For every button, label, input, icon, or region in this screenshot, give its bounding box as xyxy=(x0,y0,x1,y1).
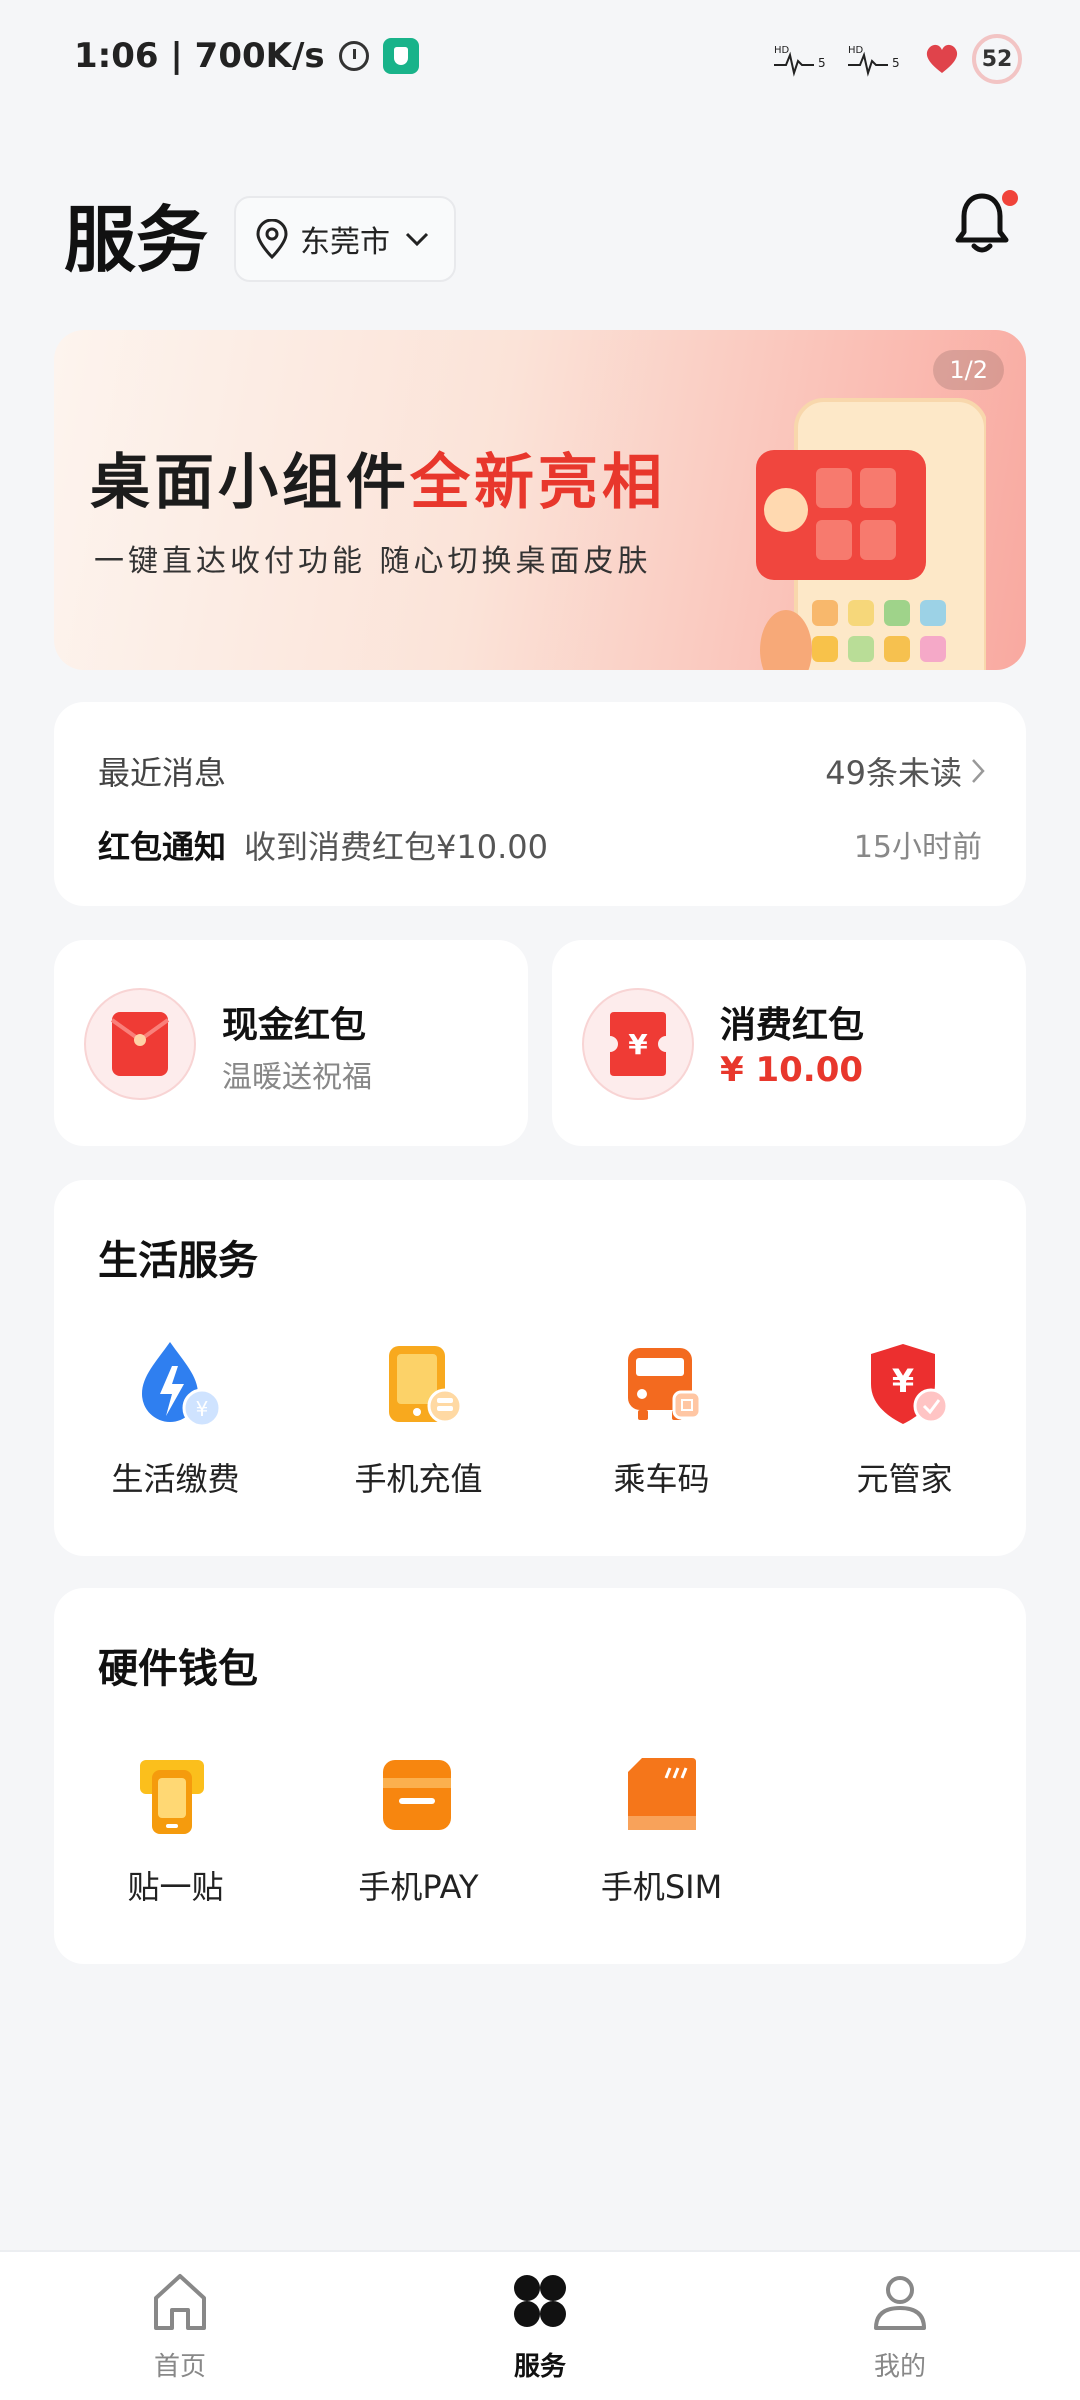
banner-title-accent: 全新亮相 xyxy=(410,448,666,518)
battery-indicator: 52 xyxy=(972,34,1022,84)
phone-widget-illustration xyxy=(756,398,986,670)
messages-title: 最近消息 xyxy=(98,754,227,792)
location-pin-icon xyxy=(256,219,288,259)
unread-count-link[interactable]: 49条未读 xyxy=(825,748,986,794)
banner-title: 桌面小组件全新亮相 xyxy=(90,434,666,521)
city-selector[interactable]: 东莞市 xyxy=(234,196,456,282)
city-label: 东莞市 xyxy=(300,225,390,260)
consume-red-packet-card[interactable]: ¥ 消费红包 ¥ 10.00 xyxy=(552,940,1026,1146)
unread-count: 49条未读 xyxy=(825,754,962,792)
nav-profile[interactable]: 我的 xyxy=(800,2270,1000,2390)
cash-packet-subtitle: 温暖送祝福 xyxy=(222,1060,372,1095)
grid-label: 元管家 xyxy=(856,1460,953,1498)
svg-text:HD: HD xyxy=(774,45,790,56)
cash-packet-icon-wrap xyxy=(84,988,196,1100)
grid-label: 生活缴费 xyxy=(111,1460,240,1498)
electricity-bill-icon: ¥ xyxy=(142,1342,222,1428)
svg-text:¥: ¥ xyxy=(196,1397,209,1421)
phone-recharge-icon xyxy=(389,1346,463,1424)
consume-packet-title: 消费红包 xyxy=(720,1005,865,1046)
notification-dot xyxy=(1002,190,1018,206)
svg-text:5: 5 xyxy=(892,56,900,70)
svg-text:¥: ¥ xyxy=(628,1028,648,1061)
phone-pay-icon xyxy=(383,1760,451,1830)
sim-card-button[interactable]: 手机SIM xyxy=(540,1744,783,1924)
red-envelope-icon xyxy=(110,1012,170,1076)
profile-icon xyxy=(874,2276,926,2330)
nav-label: 我的 xyxy=(873,2352,926,2382)
banner-title-main: 桌面小组件 xyxy=(90,448,410,518)
promo-banner[interactable]: 1/2 桌面小组件全新亮相 一键直达收付功能 随心切换桌面皮肤 xyxy=(54,330,1026,670)
tap-pay-icon xyxy=(140,1760,204,1834)
chevron-down-icon xyxy=(405,232,429,247)
nav-services[interactable]: 服务 xyxy=(440,2270,640,2390)
grid-label: 贴一贴 xyxy=(127,1868,224,1906)
page-title: 服务 xyxy=(64,198,209,282)
electricity-bill-button[interactable]: ¥ 生活缴费 xyxy=(54,1336,297,1516)
tap-pay-button[interactable]: 贴一贴 xyxy=(54,1744,297,1924)
message-body: 收到消费红包¥10.00 xyxy=(244,828,548,866)
grid-label: 手机SIM xyxy=(600,1868,723,1906)
consume-packet-amount: ¥ 10.00 xyxy=(720,1050,864,1090)
nav-home[interactable]: 首页 xyxy=(80,2270,280,2390)
services-grid-icon xyxy=(514,2275,566,2327)
hardware-wallet-title: 硬件钱包 xyxy=(98,1646,258,1692)
signal-hd-icon: HD 5 xyxy=(774,45,826,77)
grid-label: 手机PAY xyxy=(358,1868,479,1906)
sim-card-icon xyxy=(628,1758,696,1830)
alarm-icon xyxy=(338,41,369,71)
life-services-card: 生活服务 ¥ 生活缴费 手机充值 乘车码 ¥ 元管家 xyxy=(54,1180,1026,1556)
services-page: 1:06 | 700K/s HD 5 HD 5 52 服务 东莞市 1/2 桌面… xyxy=(0,0,1080,2400)
chevron-right-icon xyxy=(972,759,985,783)
svg-text:¥: ¥ xyxy=(892,1362,914,1400)
coupon-yuan-icon: ¥ xyxy=(610,1012,666,1076)
cash-packet-title: 现金红包 xyxy=(222,1005,367,1046)
phone-pay-button[interactable]: 手机PAY xyxy=(297,1744,540,1924)
nav-label: 服务 xyxy=(513,2352,566,2382)
life-services-title: 生活服务 xyxy=(98,1238,258,1284)
cash-red-packet-card[interactable]: 现金红包 温暖送祝福 xyxy=(54,940,528,1146)
home-icon xyxy=(154,2274,206,2330)
shield-app-icon xyxy=(382,38,419,74)
notification-button[interactable] xyxy=(944,190,1024,270)
consume-packet-icon-wrap: ¥ xyxy=(582,988,694,1100)
grid-label: 乘车码 xyxy=(613,1460,710,1498)
bus-code-icon xyxy=(628,1348,702,1420)
svg-text:HD: HD xyxy=(848,45,864,56)
status-time: 1:06 | 700K/s xyxy=(74,36,325,76)
grid-label: 手机充值 xyxy=(354,1460,483,1498)
phone-recharge-button[interactable]: 手机充值 xyxy=(297,1336,540,1516)
message-time: 15小时前 xyxy=(853,830,982,865)
wallet-shield-button[interactable]: ¥ 元管家 xyxy=(783,1336,1026,1516)
status-bar: 1:06 | 700K/s HD 5 HD 5 52 xyxy=(0,0,1080,120)
header: 服务 东莞市 xyxy=(64,190,1024,290)
bus-code-button[interactable]: 乘车码 xyxy=(540,1336,783,1516)
message-type: 红包通知 xyxy=(98,828,227,866)
hardware-wallet-card: 硬件钱包 贴一贴 手机PAY 手机SIM xyxy=(54,1588,1026,1964)
bottom-navigation: 首页 服务 我的 xyxy=(0,2250,1080,2400)
recent-messages-card[interactable]: 最近消息 49条未读 红包通知 收到消费红包¥10.00 15小时前 xyxy=(54,702,1026,906)
wallet-shield-icon: ¥ xyxy=(871,1344,949,1424)
heart-icon xyxy=(926,44,958,73)
banner-subtitle: 一键直达收付功能 随心切换桌面皮肤 xyxy=(94,544,652,579)
signal-hd-icon-2: HD 5 xyxy=(848,45,900,77)
nav-label: 首页 xyxy=(153,2352,206,2382)
svg-text:5: 5 xyxy=(818,56,826,70)
